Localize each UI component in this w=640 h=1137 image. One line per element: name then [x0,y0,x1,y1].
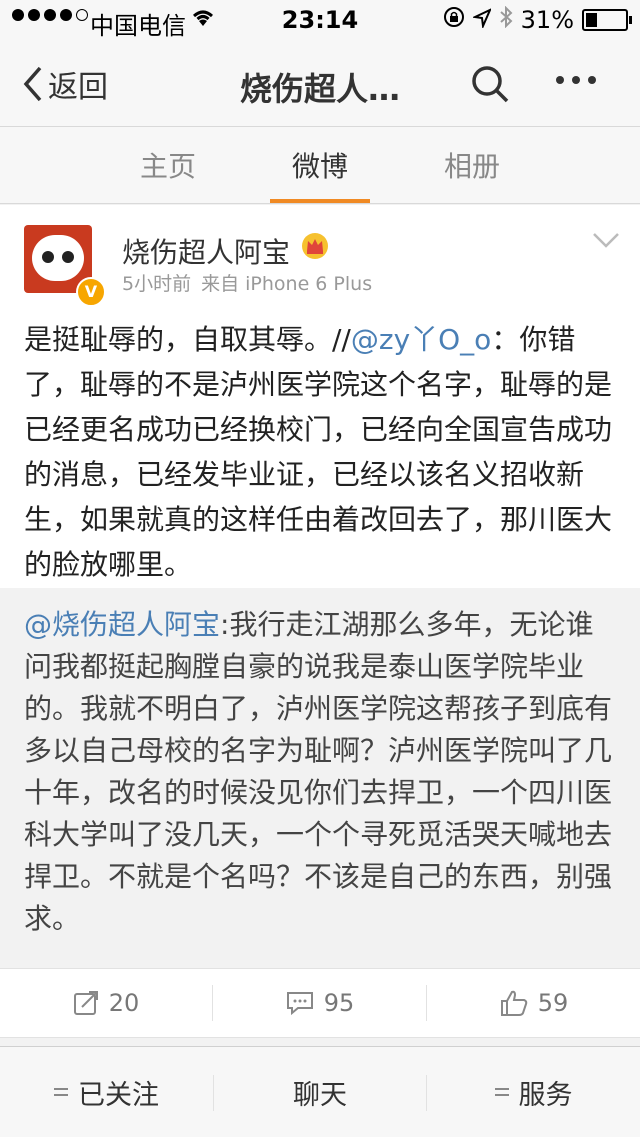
more-icon[interactable] [556,76,596,84]
repost-button[interactable]: 20 [0,969,212,1037]
comment-icon [286,992,313,1016]
comment-button[interactable]: 95 [214,969,426,1037]
repost-count: 20 [108,989,140,1017]
post-source: 来自 iPhone 6 Plus [201,273,373,295]
vip-crown-icon[interactable] [300,231,330,265]
repost-author-link[interactable]: @烧伤超人阿宝 [24,608,220,641]
post-meta: 5小时前 来自 iPhone 6 Plus [122,269,372,296]
chevron-down-icon[interactable] [592,231,620,253]
mention-link[interactable]: @zy丫O_o [351,323,491,356]
bluetooth-icon [499,5,513,34]
tab-album[interactable]: 相册 [412,145,532,185]
tab-weibo[interactable]: 微博 [260,145,380,185]
bottom-toolbar: 已关注 聊天 服务 [0,1046,640,1137]
post-actions: 20 95 59 [0,968,640,1038]
profile-tabs: 主页 微博 相册 [0,127,640,204]
menu-icon [494,1088,509,1096]
status-bar: 中国电信 23:14 31% [0,0,640,40]
thumbs-up-icon [500,990,527,1016]
follow-button[interactable]: 已关注 [0,1047,213,1137]
location-icon [471,6,492,34]
orientation-lock-icon [443,6,465,34]
weibo-post: V 烧伤超人阿宝 5小时前 来自 iPhone 6 Plus 是挺耻辱的，自取其辱… [0,205,640,968]
repost-icon [73,991,98,1015]
menu-icon [54,1088,68,1096]
chat-label: 聊天 [293,1079,347,1111]
follow-label: 已关注 [78,1079,159,1111]
post-time: 5小时前 [122,273,192,295]
chat-button[interactable]: 聊天 [214,1047,426,1137]
post-text: 是挺耻辱的，自取其辱。//@zy丫O_o：你错了，耻辱的不是泸州医学院这个名字，… [24,317,618,587]
comment-count: 95 [323,989,355,1017]
repost-body: :我行走江湖那么多年，无论谁问我都挺起胸膛自豪的说我是泰山医学院毕业的。我就不明… [24,608,613,935]
reposted-content[interactable]: @烧伤超人阿宝:我行走江湖那么多年，无论谁问我都挺起胸膛自豪的说我是泰山医学院毕… [0,588,640,968]
like-button[interactable]: 59 [428,969,640,1037]
nav-bar: 返回 烧伤超人… [0,40,640,127]
search-icon[interactable] [470,64,510,108]
battery-percent: 31% [520,6,574,34]
post-text-part: ：你错了，耻辱的不是泸州医学院这个名字，耻辱的是已经更名成功已经换校门，已经向全… [24,323,613,581]
active-tab-indicator [270,199,370,203]
service-label: 服务 [518,1079,573,1111]
tab-home[interactable]: 主页 [108,145,228,185]
battery-icon [582,9,632,31]
service-button[interactable]: 服务 [427,1047,640,1137]
like-count: 59 [537,989,569,1017]
repost-text: @烧伤超人阿宝:我行走江湖那么多年，无论谁问我都挺起胸膛自豪的说我是泰山医学院毕… [24,604,618,940]
post-text-part: 是挺耻辱的，自取其辱。// [24,323,351,356]
author-name[interactable]: 烧伤超人阿宝 [122,231,290,271]
page-title: 烧伤超人… [239,70,400,108]
verified-badge-icon: V [76,277,106,307]
